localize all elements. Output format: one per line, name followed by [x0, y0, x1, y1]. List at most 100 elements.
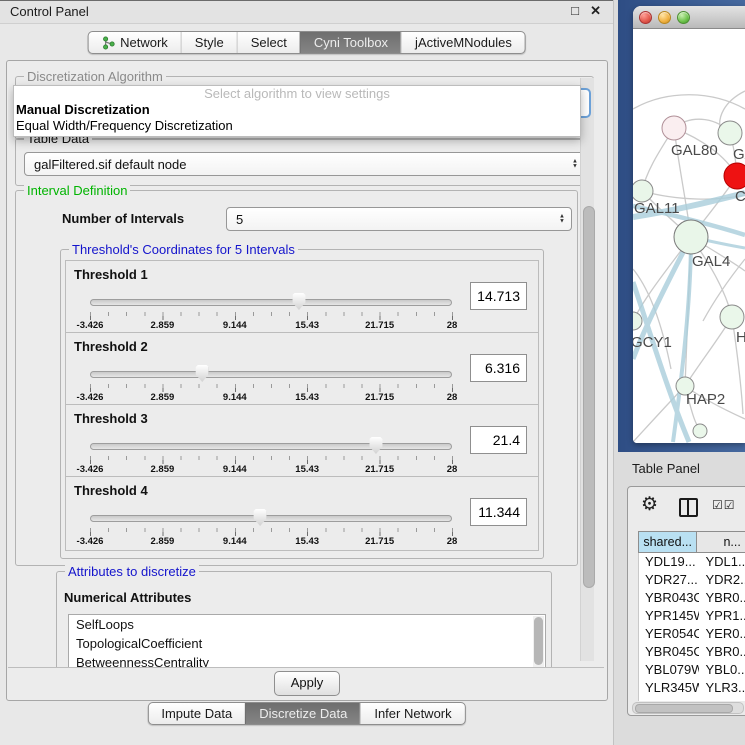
- node-h[interactable]: [720, 305, 744, 329]
- threshold-2-slider-handle[interactable]: [196, 365, 209, 382]
- tab-style[interactable]: Style: [181, 32, 237, 53]
- cell-shared-name[interactable]: YBR043C: [639, 589, 699, 607]
- cell-name[interactable]: YPR1...: [699, 607, 745, 625]
- threshold-3-slider-handle[interactable]: [369, 437, 382, 454]
- list-item-topologicalcoefficient[interactable]: TopologicalCoefficient: [69, 634, 545, 653]
- tab-discretize-data[interactable]: Discretize Data: [245, 703, 360, 724]
- cell-name[interactable]: YIL0...: [699, 697, 745, 701]
- threshold-3-slider-track[interactable]: [90, 443, 452, 450]
- algorithm-dropdown-popup: Select algorithm to view settings Manual…: [13, 85, 581, 137]
- network-view-window: GAL80 GA C GAL11 GAL4 GCY1 H HAP2: [633, 6, 745, 443]
- table-data-combobox[interactable]: galFiltered.sif default node ▲▼: [24, 152, 585, 176]
- tab-cyni-toolbox[interactable]: Cyni Toolbox: [300, 32, 401, 53]
- list-item-betweennesscentrality[interactable]: BetweennessCentrality: [69, 653, 545, 668]
- tab-jactivemnodules-label: jActiveMNodules: [415, 35, 512, 50]
- node-gal80[interactable]: [662, 116, 686, 140]
- cell-name[interactable]: YDL1...: [699, 553, 745, 571]
- cell-shared-name[interactable]: YPR145W: [639, 607, 699, 625]
- mac-close-button[interactable]: [639, 11, 652, 24]
- cell-shared-name[interactable]: YDR27...: [639, 571, 699, 589]
- cell-name[interactable]: YLR3...: [699, 679, 745, 697]
- node-top-right[interactable]: [718, 121, 742, 145]
- node-gal4[interactable]: [674, 220, 708, 254]
- threshold-1-value-field[interactable]: [470, 282, 527, 310]
- panel-scrollbar-thumb[interactable]: [583, 206, 595, 588]
- table-horizontal-scrollbar[interactable]: [632, 702, 744, 714]
- table-row[interactable]: YER054CYER0...: [639, 625, 745, 643]
- tab-jactivemnodules[interactable]: jActiveMNodules: [401, 32, 525, 53]
- cell-shared-name[interactable]: YLR345W: [639, 679, 699, 697]
- table-row[interactable]: YDL19...YDL1...: [639, 553, 745, 571]
- tab-select[interactable]: Select: [237, 32, 300, 53]
- cell-name[interactable]: YBL0...: [699, 661, 745, 679]
- table-row[interactable]: YDR27...YDR2...: [639, 571, 745, 589]
- network-canvas[interactable]: GAL80 GA C GAL11 GAL4 GCY1 H HAP2: [633, 29, 745, 443]
- network-window-titlebar[interactable]: [633, 6, 745, 29]
- tick-label: 21.715: [365, 392, 394, 403]
- close-window-icon[interactable]: ✕: [590, 3, 601, 19]
- cell-name[interactable]: YER0...: [699, 625, 745, 643]
- table-row[interactable]: YPR145WYPR1...: [639, 607, 745, 625]
- cell-name[interactable]: YDR2...: [699, 571, 745, 589]
- column-header-shared-name[interactable]: shared...: [638, 531, 697, 553]
- cell-name[interactable]: YBR0...: [699, 643, 745, 661]
- apply-button[interactable]: Apply: [274, 671, 340, 696]
- algorithm-popup-prompt: Select algorithm to view settings: [14, 86, 580, 102]
- threshold-1-label: Threshold 1: [74, 267, 148, 282]
- gear-icon[interactable]: ⚙: [641, 493, 658, 516]
- cell-name[interactable]: YBR0...: [699, 589, 745, 607]
- tick-label: 2.859: [151, 320, 175, 331]
- threshold-4-value-field[interactable]: [470, 498, 527, 526]
- node-gal11[interactable]: [633, 180, 653, 202]
- cell-shared-name[interactable]: YIL053C: [639, 697, 699, 701]
- table-scrollbar-thumb[interactable]: [635, 704, 733, 713]
- threshold-3-value-field[interactable]: [470, 426, 527, 454]
- checkbox-icons[interactable]: ☑☑: [712, 498, 736, 512]
- cell-shared-name[interactable]: YBR045C: [639, 643, 699, 661]
- list-item-selfloops[interactable]: SelfLoops: [69, 615, 545, 634]
- mac-minimize-button[interactable]: [658, 11, 671, 24]
- table-panel-title: Table Panel: [632, 461, 700, 476]
- column-header-name[interactable]: n...: [697, 531, 745, 553]
- node-table: shared... n... YDL19...YDL1... YDR27...Y…: [638, 531, 745, 701]
- tick-label: 2.859: [151, 392, 175, 403]
- number-of-intervals-combobox[interactable]: 5 ▲▼: [226, 207, 572, 231]
- node-label-gal80: GAL80: [671, 142, 718, 159]
- threshold-1-slider-track[interactable]: [90, 299, 452, 306]
- node-label-gal4: GAL4: [692, 253, 730, 270]
- list-scrollbar-thumb[interactable]: [534, 617, 543, 665]
- tab-impute-data[interactable]: Impute Data: [148, 703, 245, 724]
- cell-shared-name[interactable]: YER054C: [639, 625, 699, 643]
- float-window-icon[interactable]: □: [571, 3, 579, 18]
- table-row[interactable]: YBR043CYBR0...: [639, 589, 745, 607]
- thresholds-coordinates-group-title: Threshold's Coordinates for 5 Intervals: [69, 242, 298, 257]
- panel-vertical-scrollbar[interactable]: [580, 78, 594, 661]
- tick-label: -3.426: [77, 392, 104, 403]
- table-row[interactable]: YLR345WYLR3...: [639, 679, 745, 697]
- cell-shared-name[interactable]: YBL079W: [639, 661, 699, 679]
- node-label-partial-g: GA: [733, 146, 745, 163]
- mac-zoom-button[interactable]: [677, 11, 690, 24]
- tab-infer-network[interactable]: Infer Network: [360, 703, 464, 724]
- split-view-icon[interactable]: [679, 498, 698, 517]
- threshold-2-value-field[interactable]: [470, 354, 527, 382]
- discretization-algorithm-group-title: Discretization Algorithm: [24, 69, 166, 84]
- list-scrollbar[interactable]: [533, 616, 544, 668]
- cell-shared-name[interactable]: YDL19...: [639, 553, 699, 571]
- attributes-group-title: Attributes to discretize: [65, 564, 199, 579]
- algorithm-option-equal-width[interactable]: Equal Width/Frequency Discretization: [14, 118, 580, 134]
- threshold-4-slider-handle[interactable]: [254, 509, 267, 526]
- threshold-2-slider-track[interactable]: [90, 371, 452, 378]
- table-row[interactable]: YBR045CYBR0...: [639, 643, 745, 661]
- tab-network[interactable]: Network: [88, 32, 181, 53]
- numerical-attributes-heading: Numerical Attributes: [64, 590, 191, 605]
- table-row[interactable]: YBL079WYBL0...: [639, 661, 745, 679]
- algorithm-option-manual[interactable]: Manual Discretization: [14, 102, 580, 118]
- combo-stepper-icon: ▲▼: [572, 160, 578, 169]
- node-red-selected[interactable]: [724, 163, 745, 189]
- node-bottom[interactable]: [693, 424, 707, 438]
- node-gcy1[interactable]: [633, 312, 642, 330]
- threshold-1-slider-handle[interactable]: [292, 293, 305, 310]
- threshold-4-slider-track[interactable]: [90, 515, 452, 522]
- table-row[interactable]: YIL053CYIL0...: [639, 697, 745, 701]
